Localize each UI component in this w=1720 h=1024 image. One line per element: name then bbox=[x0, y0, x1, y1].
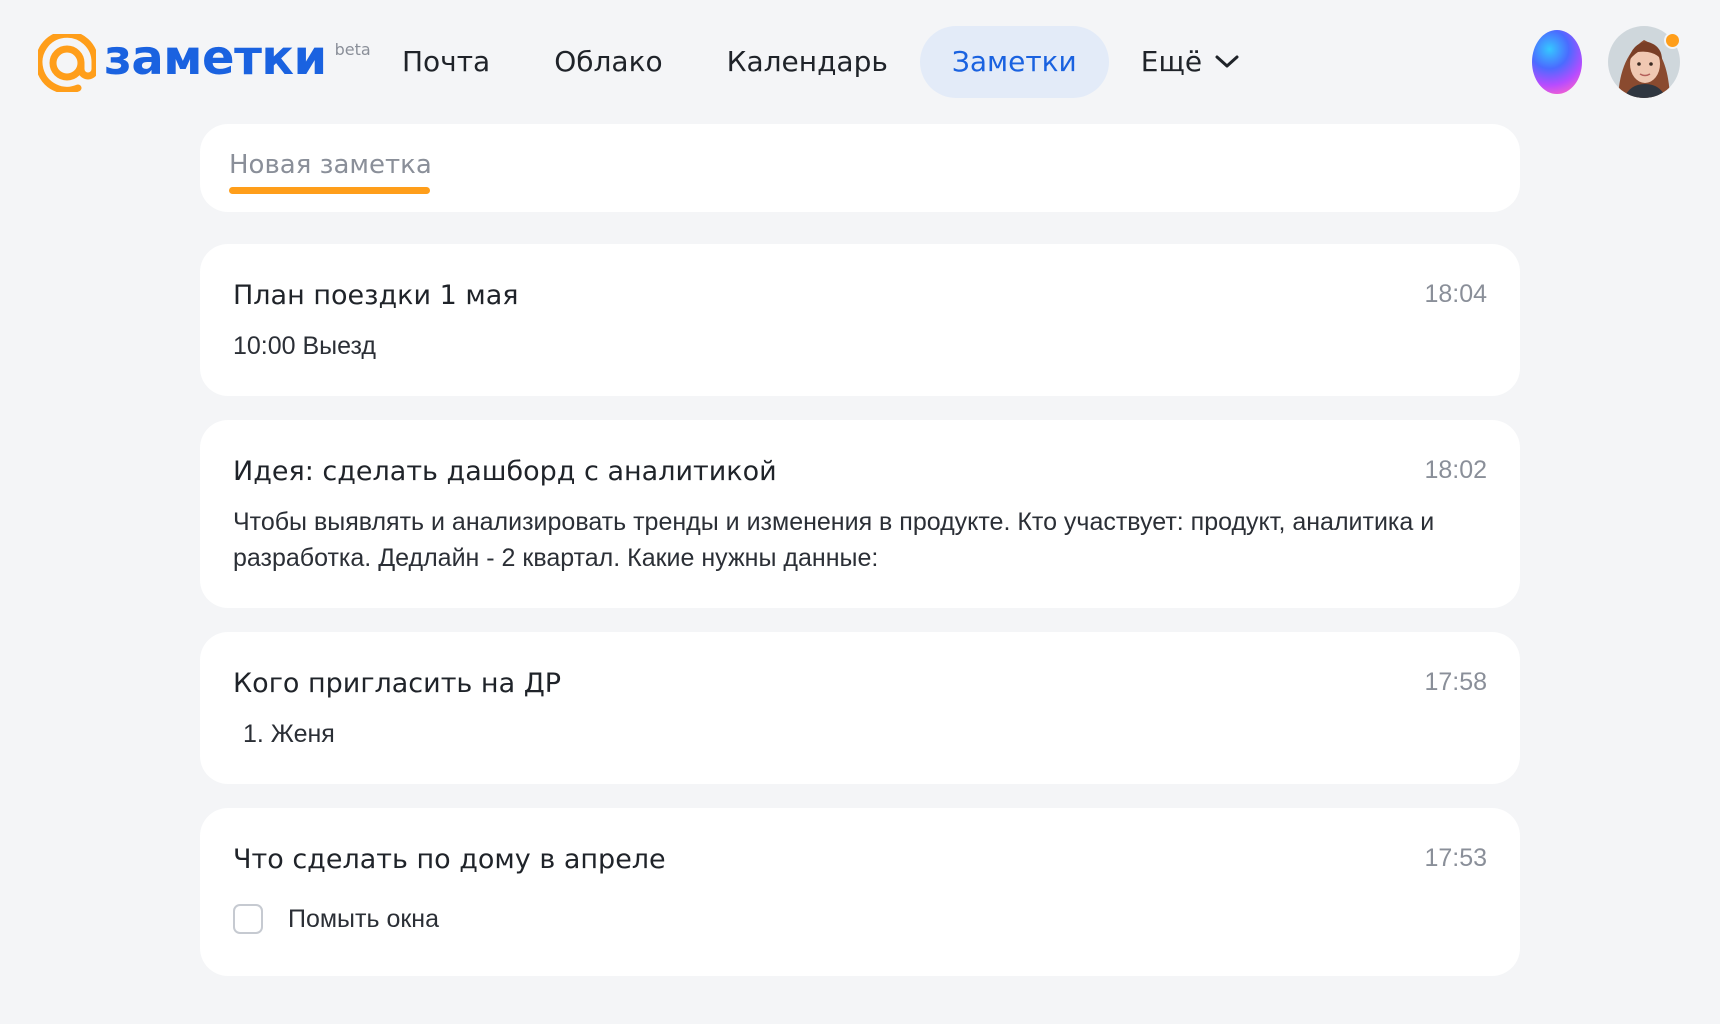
note-time: 17:53 bbox=[1424, 844, 1487, 872]
note-preview: Чтобы выявлять и анализировать тренды и … bbox=[233, 508, 1435, 572]
chevron-down-icon bbox=[1215, 55, 1239, 68]
new-note-underline bbox=[229, 187, 430, 194]
note-card[interactable]: Что сделать по дому в апреле 17:53 Помыт… bbox=[200, 808, 1520, 976]
new-note-placeholder: Новая заметка bbox=[229, 150, 432, 180]
new-note-input[interactable]: Новая заметка bbox=[200, 124, 1520, 212]
nav-item-mail[interactable]: Почта bbox=[370, 26, 522, 98]
at-sign-logo-icon bbox=[38, 34, 96, 92]
beta-badge: beta bbox=[334, 40, 371, 59]
nav-item-more[interactable]: Ещё bbox=[1109, 26, 1272, 98]
note-title: Что сделать по дому в апреле bbox=[233, 844, 666, 875]
note-time: 18:04 bbox=[1424, 280, 1487, 308]
note-preview: 10:00 Выезд bbox=[233, 332, 377, 360]
note-time: 18:02 bbox=[1424, 456, 1487, 484]
note-title: Кого пригласить на ДР bbox=[233, 668, 562, 699]
top-bar: заметки beta Почта Облако Календарь Заме… bbox=[0, 0, 1720, 124]
note-preview: 1. Женя bbox=[243, 720, 335, 748]
note-card[interactable]: План поездки 1 мая 18:04 10:00 Выезд bbox=[200, 244, 1520, 396]
notification-dot bbox=[1664, 32, 1681, 49]
checklist-item: Помыть окна bbox=[233, 904, 439, 934]
logo-text: заметки bbox=[104, 30, 327, 86]
voice-assistant-orb-icon[interactable] bbox=[1532, 30, 1582, 94]
checkbox[interactable] bbox=[233, 904, 263, 934]
nav-more-label: Ещё bbox=[1140, 45, 1203, 78]
app-logo[interactable]: заметки beta bbox=[38, 30, 371, 94]
nav-item-calendar[interactable]: Календарь bbox=[695, 26, 920, 98]
note-time: 17:58 bbox=[1424, 668, 1487, 696]
note-card[interactable]: Кого пригласить на ДР 17:58 1. Женя bbox=[200, 632, 1520, 784]
app-window: заметки beta Почта Облако Календарь Заме… bbox=[0, 0, 1720, 1024]
note-title: Идея: сделать дашборд с аналитикой bbox=[233, 456, 777, 487]
nav-item-notes[interactable]: Заметки bbox=[919, 26, 1109, 98]
note-card[interactable]: Идея: сделать дашборд с аналитикой 18:02… bbox=[200, 420, 1520, 608]
main-nav: Почта Облако Календарь Заметки Ещё bbox=[370, 26, 1272, 98]
nav-item-cloud[interactable]: Облако bbox=[522, 26, 694, 98]
note-title: План поездки 1 мая bbox=[233, 280, 519, 311]
checklist-item-label: Помыть окна bbox=[288, 904, 440, 933]
